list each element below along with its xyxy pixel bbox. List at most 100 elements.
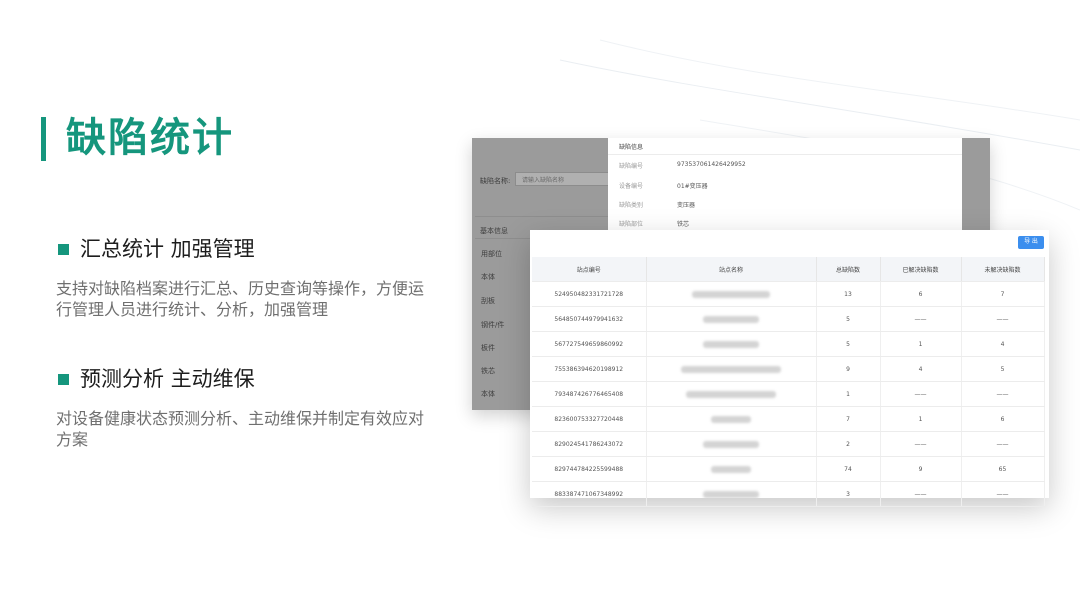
table-row[interactable]: 823600753327720448 7 1 6 [532, 406, 1045, 432]
cell-total: 3 [816, 481, 881, 507]
cell-station-name-blurred [646, 331, 817, 357]
table-row[interactable]: 524950482331721728 13 6 7 [532, 281, 1045, 307]
blurred-text [703, 440, 759, 448]
cell-total: 74 [816, 456, 881, 482]
cell-station-id: 524950482331721728 [532, 281, 647, 307]
side-item: 板件 [481, 344, 495, 352]
side-item: 本体 [481, 390, 495, 398]
cell-solved: —— [880, 381, 962, 407]
divider [475, 216, 610, 217]
cell-unsolved: 65 [961, 456, 1045, 482]
dialog-row-value: 变压器 [677, 202, 696, 209]
cell-station-id: 567727549659860992 [532, 331, 647, 357]
cell-station-id: 755386394620198912 [532, 356, 647, 382]
slide: 缺陷统计 汇总统计 加强管理 支持对缺陷档案进行汇总、历史查询等操作，方便运行管… [0, 0, 1080, 608]
table-header-row: 站点编号 站点名称 总缺陷数 已解决缺陷数 未解决缺陷数 [532, 257, 1045, 282]
cell-solved: 9 [880, 456, 962, 482]
side-item: 本体 [481, 273, 495, 281]
blurred-text [703, 315, 759, 323]
slide-title: 缺陷统计 [66, 115, 234, 161]
search-placeholder: 请输入缺陷名称 [522, 177, 565, 184]
blurred-text [681, 365, 781, 373]
section-2-square-icon [58, 374, 69, 385]
search-label: 缺陷名称: [480, 177, 511, 185]
cell-total: 7 [816, 406, 881, 432]
cell-unsolved: —— [961, 306, 1045, 332]
cell-station-id: 564850744979941632 [532, 306, 647, 332]
cell-unsolved: —— [961, 381, 1045, 407]
cell-station-id: 823600753327720448 [532, 406, 647, 432]
dialog-row-label: 设备编号 [619, 183, 644, 190]
table-row[interactable]: 829744784225599488 74 9 65 [532, 456, 1045, 482]
blurred-text [686, 390, 776, 398]
blurred-text [711, 465, 751, 473]
cell-solved: 4 [880, 356, 962, 382]
cell-unsolved: 4 [961, 331, 1045, 357]
cell-total: 5 [816, 331, 881, 357]
cell-solved: 1 [880, 406, 962, 432]
column-header-total[interactable]: 总缺陷数 [816, 257, 881, 282]
column-header-solved[interactable]: 已解决缺陷数 [880, 257, 962, 282]
cell-station-name-blurred [646, 381, 817, 407]
dialog-row-label: 缺陷类别 [619, 202, 644, 209]
cell-station-id: 829024541786243072 [532, 431, 647, 457]
side-item: 钢件/件 [481, 321, 505, 329]
cell-unsolved: 7 [961, 281, 1045, 307]
section-1-heading: 汇总统计 加强管理 [80, 237, 255, 261]
blurred-text [703, 340, 759, 348]
cell-total: 5 [816, 306, 881, 332]
dialog-row-value: 01#变压器 [677, 183, 708, 190]
cell-solved: —— [880, 306, 962, 332]
cell-total: 13 [816, 281, 881, 307]
table-row[interactable]: 564850744979941632 5 —— —— [532, 306, 1045, 332]
blurred-text [703, 490, 759, 498]
cell-solved: 1 [880, 331, 962, 357]
cell-station-id: 883387471067348992 [532, 481, 647, 507]
column-header-station-name[interactable]: 站点名称 [646, 257, 817, 282]
cell-unsolved: —— [961, 481, 1045, 507]
cell-unsolved: —— [961, 431, 1045, 457]
table-row[interactable]: 755386394620198912 9 4 5 [532, 356, 1045, 382]
column-header-unsolved[interactable]: 未解决缺陷数 [961, 257, 1045, 282]
basic-info-title: 基本信息 [480, 227, 508, 235]
column-header-station-id[interactable]: 站点编号 [532, 257, 647, 282]
dialog-heading: 缺陷信息 [619, 144, 644, 151]
station-defect-table: 站点编号 站点名称 总缺陷数 已解决缺陷数 未解决缺陷数 52495048233… [532, 257, 1045, 507]
table-row[interactable]: 567727549659860992 5 1 4 [532, 331, 1045, 357]
cell-station-name-blurred [646, 356, 817, 382]
cell-solved: —— [880, 481, 962, 507]
cell-station-name-blurred [646, 481, 817, 507]
cell-unsolved: 6 [961, 406, 1045, 432]
dialog-row-value: 铁芯 [677, 221, 690, 228]
export-button[interactable]: 导 出 [1018, 236, 1044, 249]
cell-station-id: 829744784225599488 [532, 456, 647, 482]
table-row[interactable]: 793487426776465408 1 —— —— [532, 381, 1045, 407]
cell-station-name-blurred [646, 406, 817, 432]
cell-solved: 6 [880, 281, 962, 307]
blurred-text [692, 290, 770, 298]
dialog-divider [608, 154, 962, 155]
dialog-row-label: 缺陷编号 [619, 163, 644, 170]
defect-detail-dialog [608, 138, 962, 233]
cell-unsolved: 5 [961, 356, 1045, 382]
section-1-description: 支持对缺陷档案进行汇总、历史查询等操作，方便运行管理人员进行统计、分析，加强管理 [56, 279, 425, 319]
dialog-row-label: 缺陷部位 [619, 221, 644, 228]
section-2-description: 对设备健康状态预测分析、主动维保并制定有效应对方案 [56, 409, 425, 449]
cell-station-name-blurred [646, 306, 817, 332]
side-item: 用部位 [481, 250, 502, 258]
cell-station-id: 793487426776465408 [532, 381, 647, 407]
cell-total: 9 [816, 356, 881, 382]
cell-total: 2 [816, 431, 881, 457]
dialog-row-value: 973537061426429952 [677, 161, 746, 168]
cell-station-name-blurred [646, 456, 817, 482]
side-item: 铁芯 [481, 367, 495, 375]
section-2-heading: 预测分析 主动维保 [80, 367, 255, 391]
cell-total: 1 [816, 381, 881, 407]
side-item: 刮板 [481, 297, 495, 305]
section-1-square-icon [58, 244, 69, 255]
blurred-text [711, 415, 751, 423]
table-row[interactable]: 883387471067348992 3 —— —— [532, 481, 1045, 507]
cell-station-name-blurred [646, 431, 817, 457]
table-row[interactable]: 829024541786243072 2 —— —— [532, 431, 1045, 457]
title-accent-bar [41, 117, 46, 161]
